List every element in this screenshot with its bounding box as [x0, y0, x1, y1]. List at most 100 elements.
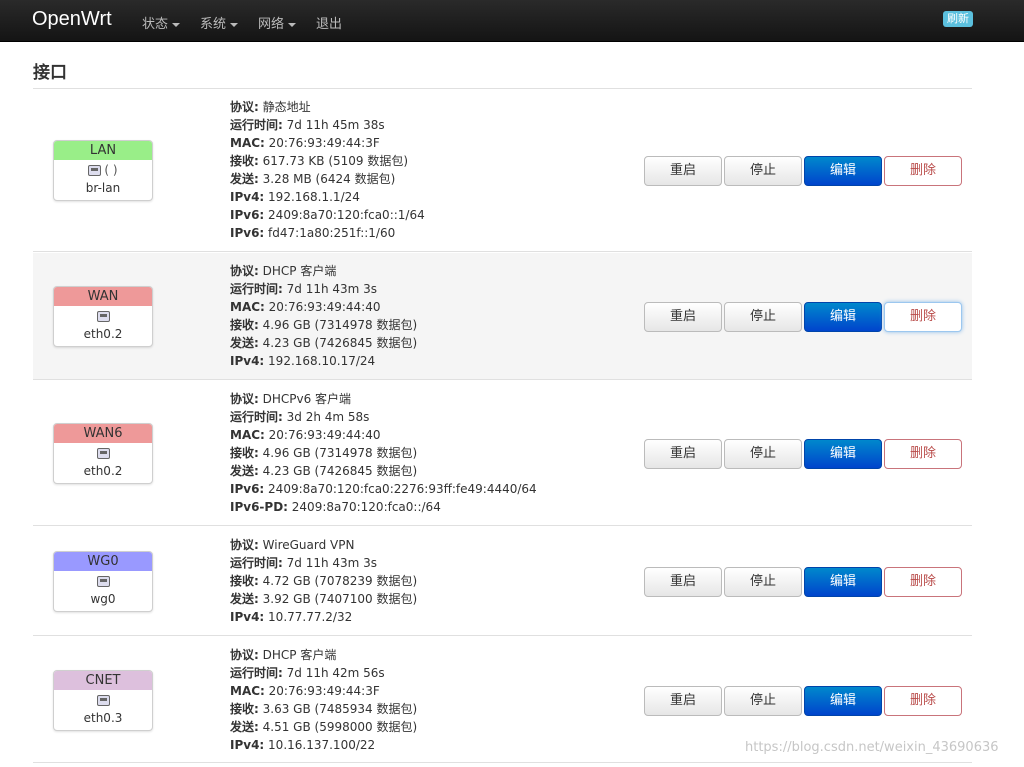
interface-device-name: eth0.3 — [83, 711, 123, 725]
info-value: DHCPv6 客户端 — [258, 392, 352, 406]
info-key: IPv6-PD: — [230, 500, 288, 514]
restart-button[interactable]: 重启 — [644, 302, 722, 332]
menu-logout[interactable]: 退出 — [316, 13, 342, 32]
info-line: IPv6: 2409:8a70:120:fca0::1/64 — [230, 206, 425, 224]
delete-button[interactable]: 删除 — [884, 567, 962, 597]
menu-network[interactable]: 网络 — [258, 13, 297, 32]
info-key: IPv4: — [230, 738, 265, 752]
info-key: 发送: — [230, 592, 259, 606]
interface-row-wan6: WAN6 eth0.2 协议: DHCPv6 客户端 运行时间: 3d 2h 4m 5… — [33, 381, 972, 526]
edit-button[interactable]: 编辑 — [804, 302, 882, 332]
info-key: 运行时间: — [230, 556, 283, 570]
menu-system[interactable]: 系统 — [200, 13, 239, 32]
info-value: 20:76:93:49:44:3F — [264, 684, 380, 698]
interface-device-icons — [54, 690, 152, 710]
info-line: IPv4: 10.77.77.2/32 — [230, 608, 417, 626]
info-value: 2409:8a70:120:fca0::1/64 — [264, 208, 425, 222]
interface-info: 协议: 静态地址 运行时间: 7d 11h 45m 38s MAC: 20:76:9… — [230, 98, 425, 242]
info-key: 发送: — [230, 172, 259, 186]
delete-button[interactable]: 删除 — [884, 686, 962, 716]
stop-button[interactable]: 停止 — [724, 567, 802, 597]
restart-button[interactable]: 重启 — [644, 439, 722, 469]
edit-button[interactable]: 编辑 — [804, 567, 882, 597]
info-key: 接收: — [230, 154, 259, 168]
stop-button[interactable]: 停止 — [724, 439, 802, 469]
edit-button[interactable]: 编辑 — [804, 439, 882, 469]
info-value: 10.16.137.100/22 — [264, 738, 376, 752]
info-value: 10.77.77.2/32 — [264, 610, 353, 624]
interface-badge: WAN6 eth0.2 — [53, 423, 153, 484]
interface-name: WAN6 — [54, 424, 152, 443]
info-key: 接收: — [230, 446, 259, 460]
edit-button[interactable]: 编辑 — [804, 156, 882, 186]
brand-logo[interactable]: OpenWrt — [32, 8, 112, 31]
info-key: 运行时间: — [230, 410, 283, 424]
info-line: 运行时间: 7d 11h 45m 38s — [230, 116, 425, 134]
interface-badge: LAN ( ) br-lan — [53, 140, 153, 201]
menu-status[interactable]: 状态 — [142, 13, 181, 32]
interface-info: 协议: DHCP 客户端 运行时间: 7d 11h 43m 3s MAC: 20:7… — [230, 262, 417, 370]
info-line: MAC: 20:76:93:49:44:3F — [230, 682, 417, 700]
interface-device-icons — [54, 571, 152, 591]
info-key: MAC: — [230, 136, 265, 150]
restart-button[interactable]: 重启 — [644, 156, 722, 186]
interface-row-wan: WAN eth0.2 协议: DHCP 客户端 运行时间: 7d 11h 43m 3s… — [33, 253, 972, 380]
menu-system-label: 系统 — [200, 17, 227, 32]
info-line: IPv4: 10.16.137.100/22 — [230, 736, 417, 754]
delete-button[interactable]: 删除 — [884, 302, 962, 332]
info-value: 3.63 GB (7485934 数据包) — [258, 702, 418, 716]
interface-badge: WAN eth0.2 — [53, 286, 153, 347]
info-line: 接收: 4.96 GB (7314978 数据包) — [230, 316, 417, 334]
watermark-text: https://blog.csdn.net/weixin_43690636 — [745, 740, 999, 755]
info-value: 4.51 GB (5998000 数据包) — [258, 720, 418, 734]
page-title: 接口 — [33, 63, 67, 83]
info-key: 协议: — [230, 648, 259, 662]
info-value: 20:76:93:49:44:3F — [264, 136, 380, 150]
info-key: IPv6: — [230, 208, 265, 222]
info-key: 协议: — [230, 100, 259, 114]
info-value: 7d 11h 43m 3s — [282, 282, 378, 296]
info-key: 发送: — [230, 720, 259, 734]
info-value: 617.73 KB (5109 数据包) — [258, 154, 409, 168]
info-value: 2409:8a70:120:fca0:2276:93ff:fe49:4440/6… — [264, 482, 537, 496]
interface-device-name: eth0.2 — [83, 464, 123, 478]
refresh-badge[interactable]: 刷新 — [943, 11, 973, 27]
info-line: IPv6: fd47:1a80:251f::1/60 — [230, 224, 425, 242]
interface-device-icons — [54, 443, 152, 463]
interface-name: LAN — [54, 141, 152, 160]
info-line: MAC: 20:76:93:49:44:3F — [230, 134, 425, 152]
chevron-down-icon — [288, 22, 297, 27]
interface-name: WG0 — [54, 552, 152, 571]
menu-logout-label: 退出 — [316, 17, 343, 32]
restart-button[interactable]: 重启 — [644, 686, 722, 716]
top-navbar: OpenWrt 状态 系统 网络 退出 刷新 — [0, 0, 1024, 42]
info-value: 4.72 GB (7078239 数据包) — [258, 574, 418, 588]
info-line: 运行时间: 7d 11h 43m 3s — [230, 280, 417, 298]
info-key: 运行时间: — [230, 282, 283, 296]
menu-network-label: 网络 — [258, 17, 285, 32]
info-value: 192.168.1.1/24 — [264, 190, 360, 204]
menu-status-label: 状态 — [142, 17, 169, 32]
network-device-icon — [96, 576, 110, 587]
restart-button[interactable]: 重启 — [644, 567, 722, 597]
edit-button[interactable]: 编辑 — [804, 686, 882, 716]
info-line: IPv4: 192.168.1.1/24 — [230, 188, 425, 206]
info-line: 发送: 3.92 GB (7407100 数据包) — [230, 590, 417, 608]
interface-name: CNET — [54, 671, 152, 690]
stop-button[interactable]: 停止 — [724, 686, 802, 716]
info-line: 协议: DHCP 客户端 — [230, 262, 417, 280]
network-device-icon — [96, 695, 110, 706]
info-line: 协议: DHCPv6 客户端 — [230, 390, 537, 408]
info-key: 运行时间: — [230, 118, 283, 132]
info-key: 运行时间: — [230, 666, 283, 680]
delete-button[interactable]: 删除 — [884, 439, 962, 469]
stop-button[interactable]: 停止 — [724, 302, 802, 332]
delete-button[interactable]: 删除 — [884, 156, 962, 186]
info-key: IPv6: — [230, 226, 265, 240]
info-value: 3d 2h 4m 58s — [282, 410, 370, 424]
info-value: DHCP 客户端 — [258, 648, 337, 662]
info-line: 运行时间: 3d 2h 4m 58s — [230, 408, 537, 426]
interface-name: WAN — [54, 287, 152, 306]
info-line: 发送: 3.28 MB (6424 数据包) — [230, 170, 425, 188]
stop-button[interactable]: 停止 — [724, 156, 802, 186]
